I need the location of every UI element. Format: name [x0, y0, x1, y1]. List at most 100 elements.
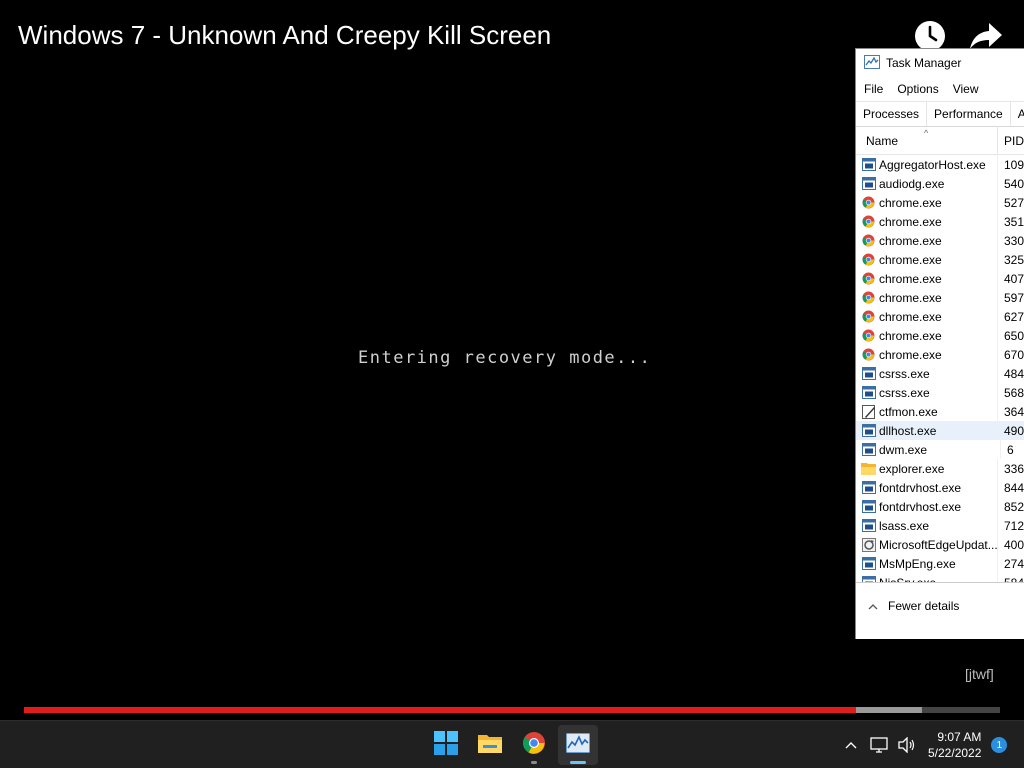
- tab-processes[interactable]: Processes: [856, 102, 928, 126]
- video-progress-bar[interactable]: [24, 707, 1000, 713]
- process-row[interactable]: lsass.exe 712: [856, 516, 1024, 535]
- process-pid: 490: [1003, 423, 1024, 438]
- process-name-cell: AggregatorHost.exe: [856, 155, 998, 174]
- fewer-details-button[interactable]: Fewer details: [856, 583, 1024, 629]
- process-name-cell: csrss.exe: [856, 364, 998, 383]
- process-pid: 844: [1003, 480, 1024, 495]
- windows-start-icon: [434, 730, 458, 760]
- chrome-icon: [522, 731, 546, 760]
- app-icon: [861, 499, 876, 514]
- process-name-cell: MsMpEng.exe: [856, 554, 998, 573]
- process-pid: 540: [1003, 176, 1024, 191]
- file-explorer-icon: [477, 732, 503, 759]
- process-row[interactable]: dllhost.exe 490: [856, 421, 1024, 440]
- task-manager-icon: [566, 732, 590, 758]
- process-name-cell: csrss.exe: [856, 383, 998, 402]
- app-icon: [861, 442, 876, 457]
- system-tray: 9:07 AM 5/22/2022 1: [840, 721, 1008, 768]
- process-pid: 274: [1003, 556, 1024, 571]
- chrome-taskbar-button[interactable]: [514, 725, 554, 765]
- process-row[interactable]: audiodg.exe 540: [856, 174, 1024, 193]
- file-explorer-button[interactable]: [470, 725, 510, 765]
- process-row[interactable]: MsMpEng.exe 274: [856, 554, 1024, 573]
- process-row[interactable]: chrome.exe 325: [856, 250, 1024, 269]
- column-pid[interactable]: PID: [998, 134, 1024, 154]
- recovery-message: Entering recovery mode...: [358, 348, 652, 368]
- process-name-cell: chrome.exe: [856, 231, 998, 250]
- tab-strip: Processes Performance App: [856, 101, 1024, 127]
- progress-played: [24, 707, 856, 713]
- task-manager-icon: [864, 54, 880, 72]
- process-row[interactable]: csrss.exe 484: [856, 364, 1024, 383]
- notification-badge[interactable]: 1: [991, 737, 1008, 753]
- process-name: chrome.exe: [879, 195, 942, 210]
- app-icon: [861, 556, 876, 571]
- process-pid: 330: [1003, 233, 1024, 248]
- process-row[interactable]: chrome.exe 527: [856, 193, 1024, 212]
- process-row[interactable]: NisSrv.exe 584: [856, 573, 1024, 582]
- clock[interactable]: 9:07 AM 5/22/2022: [924, 729, 985, 761]
- process-row[interactable]: csrss.exe 568: [856, 383, 1024, 402]
- process-row[interactable]: ctfmon.exe 364: [856, 402, 1024, 421]
- menu-bar: File Options View: [856, 77, 1024, 101]
- process-name-cell: dwm.exe: [856, 440, 1001, 459]
- process-row[interactable]: chrome.exe 407: [856, 269, 1024, 288]
- process-list[interactable]: AggregatorHost.exe 109 audiodg.exe 540 chrom…: [856, 155, 1024, 583]
- tab-performance[interactable]: Performance: [927, 102, 1011, 126]
- process-name: ctfmon.exe: [879, 404, 938, 419]
- process-row[interactable]: chrome.exe 670: [856, 345, 1024, 364]
- process-row[interactable]: AggregatorHost.exe 109: [856, 155, 1024, 174]
- task-manager-taskbar-button[interactable]: [558, 725, 598, 765]
- app-icon: [861, 366, 876, 381]
- chevron-up-icon: [868, 599, 878, 613]
- process-name-cell: chrome.exe: [856, 288, 998, 307]
- chrome-icon: [861, 309, 876, 324]
- process-row[interactable]: chrome.exe 330: [856, 231, 1024, 250]
- taskbar: 9:07 AM 5/22/2022 1: [0, 720, 1024, 768]
- process-row[interactable]: chrome.exe 627: [856, 307, 1024, 326]
- process-name: chrome.exe: [879, 328, 942, 343]
- process-name-cell: chrome.exe: [856, 269, 998, 288]
- process-row[interactable]: dwm.exe 6: [856, 440, 1024, 459]
- process-pid: 712: [1003, 518, 1024, 533]
- process-name-cell: chrome.exe: [856, 345, 998, 364]
- process-row[interactable]: chrome.exe 597: [856, 288, 1024, 307]
- process-name-cell: ctfmon.exe: [856, 402, 998, 421]
- chrome-icon: [861, 290, 876, 305]
- process-name: MsMpEng.exe: [879, 556, 956, 571]
- menu-options[interactable]: Options: [897, 82, 938, 96]
- process-row[interactable]: explorer.exe 336: [856, 459, 1024, 478]
- sort-ascending-icon: ^: [924, 128, 929, 138]
- process-pid: 6: [1007, 442, 1014, 457]
- process-row[interactable]: fontdrvhost.exe 844: [856, 478, 1024, 497]
- process-name-cell: audiodg.exe: [856, 174, 998, 193]
- chevron-up-icon[interactable]: [840, 734, 862, 756]
- process-pid: 597: [1003, 290, 1024, 305]
- process-name: explorer.exe: [879, 461, 945, 476]
- tab-app-history[interactable]: App: [1011, 102, 1024, 126]
- app-icon: [861, 575, 876, 582]
- chrome-icon: [861, 233, 876, 248]
- process-row[interactable]: fontdrvhost.exe 852: [856, 497, 1024, 516]
- app-icon: [861, 423, 876, 438]
- menu-view[interactable]: View: [953, 82, 979, 96]
- process-name: chrome.exe: [879, 214, 942, 229]
- process-row[interactable]: chrome.exe 351: [856, 212, 1024, 231]
- process-name: dwm.exe: [879, 442, 928, 457]
- task-manager-titlebar[interactable]: Task Manager: [856, 49, 1024, 77]
- update-icon: [861, 537, 876, 552]
- clock-time: 9:07 AM: [937, 730, 982, 744]
- process-row[interactable]: chrome.exe 650: [856, 326, 1024, 345]
- process-row[interactable]: MicrosoftEdgeUpdat... 400: [856, 535, 1024, 554]
- menu-file[interactable]: File: [864, 82, 883, 96]
- process-table: ^ Name PID AggregatorHost.exe 109 audiodg.…: [856, 126, 1024, 583]
- process-name-cell: dllhost.exe: [856, 421, 998, 440]
- start-button[interactable]: [426, 725, 466, 765]
- process-name: chrome.exe: [879, 347, 942, 362]
- process-pid: 325: [1003, 252, 1024, 267]
- task-manager-window[interactable]: Task Manager File Options View Processes…: [855, 48, 1024, 639]
- chrome-icon: [861, 252, 876, 267]
- speaker-icon[interactable]: [896, 734, 918, 756]
- network-icon[interactable]: [868, 734, 890, 756]
- process-name-cell: MicrosoftEdgeUpdat...: [856, 535, 998, 554]
